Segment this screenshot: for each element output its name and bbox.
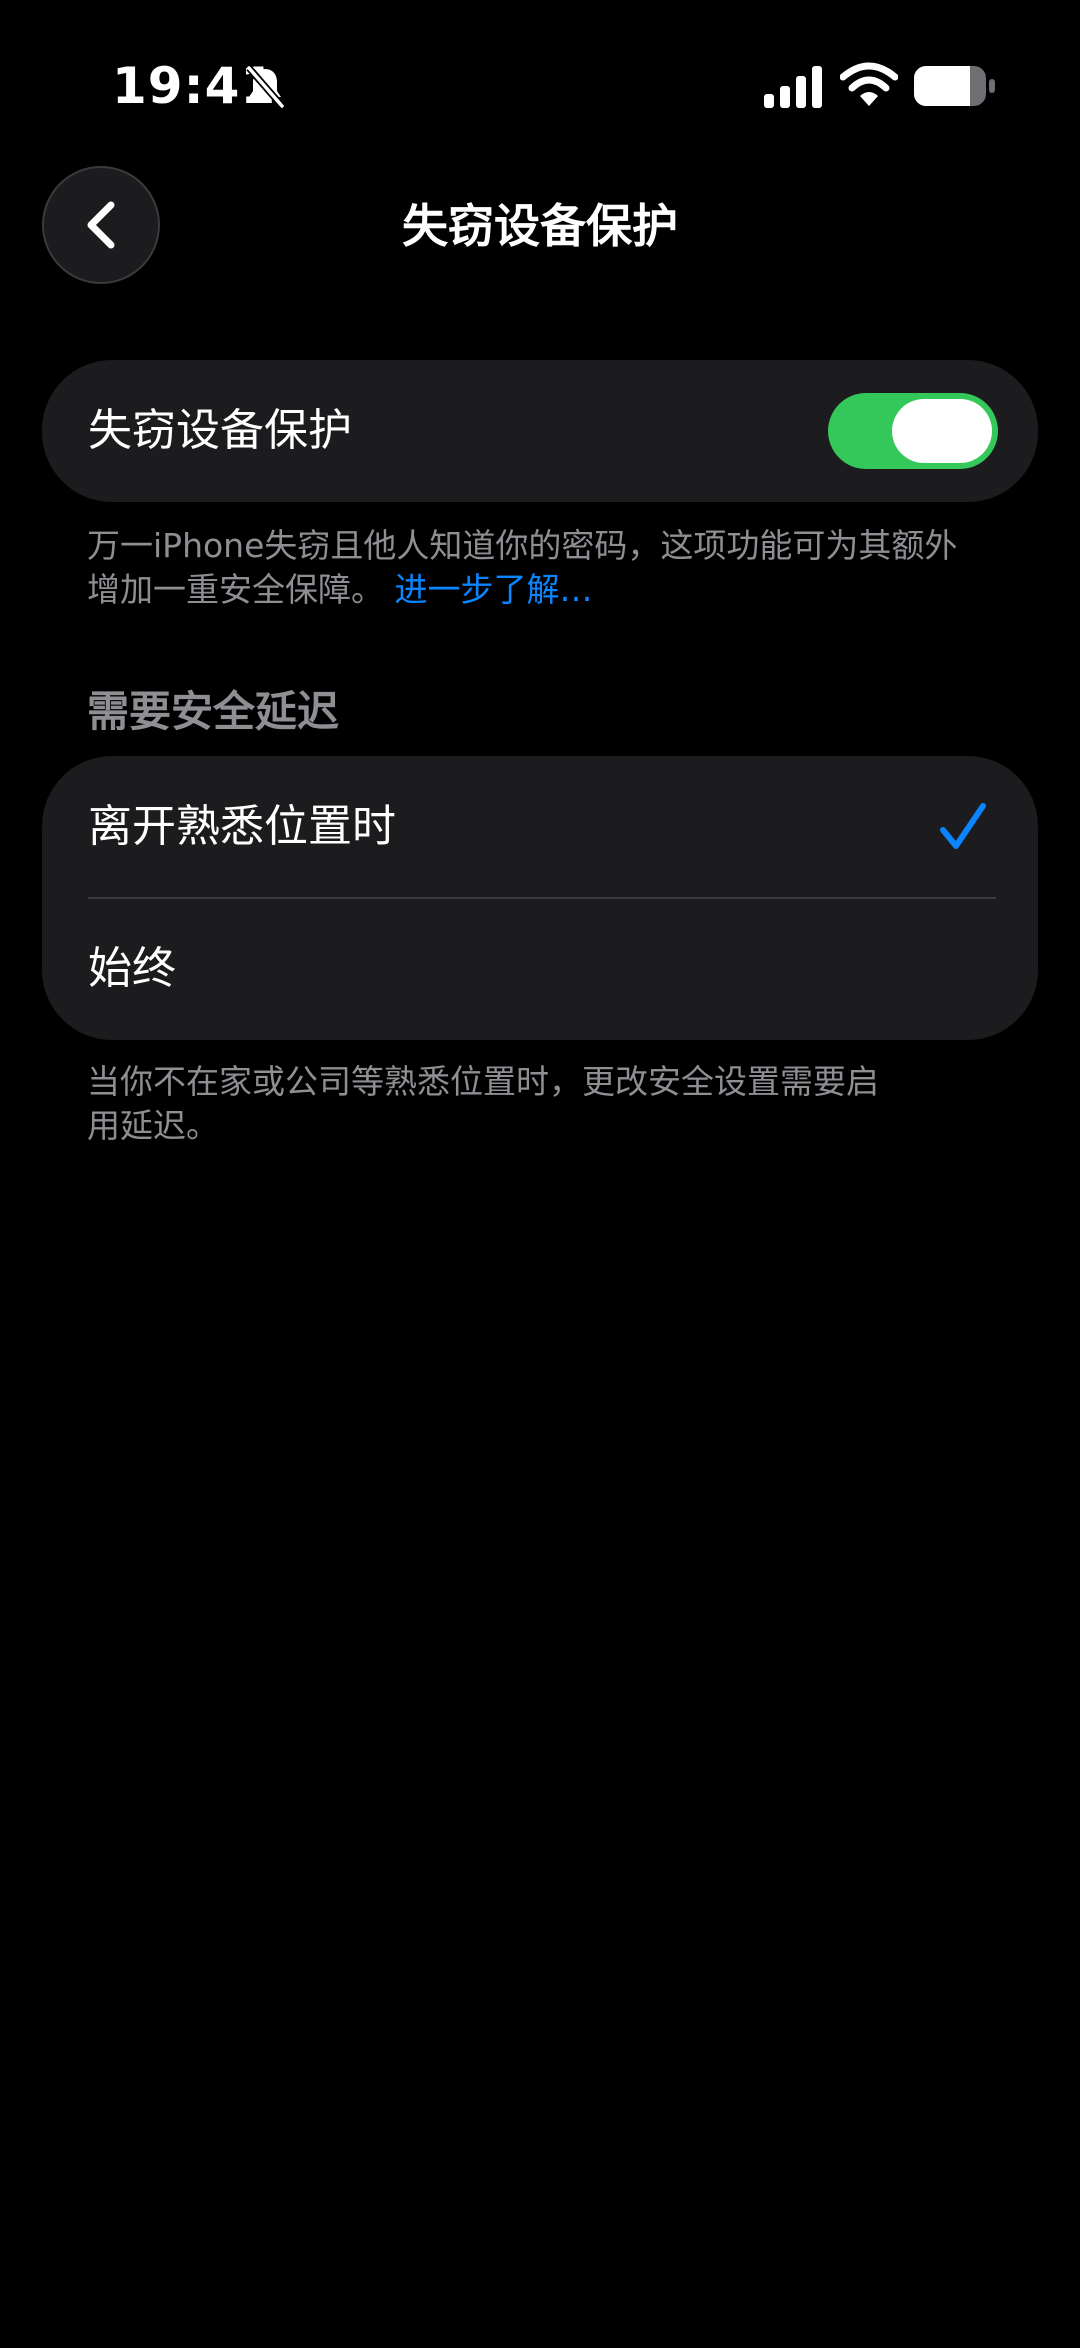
security-delay-footnote: 当你不在家或公司等熟悉位置时，更改安全设置需要启用延迟。 xyxy=(87,1062,879,1145)
bell-slash-icon xyxy=(246,65,285,109)
cellular-signal-icon xyxy=(764,66,822,108)
option-label: 始终 xyxy=(88,943,176,994)
protection-toggle[interactable] xyxy=(828,393,998,469)
battery-icon xyxy=(914,66,995,106)
checkmark-icon xyxy=(940,803,986,849)
status-bar: 19:41 xyxy=(0,0,1080,170)
wifi-icon xyxy=(840,62,898,106)
option-always[interactable]: 始终 xyxy=(42,898,1038,1040)
protection-footnote: 万一iPhone失窃且他人知道你的密码，这项功能可为其额外增加一重安全保障。 进… xyxy=(87,524,987,612)
page-title: 失窃设备保护 xyxy=(402,199,678,253)
protection-toggle-group: 失窃设备保护 xyxy=(42,360,1038,502)
toggle-knob xyxy=(892,399,992,463)
security-delay-group: 离开熟悉位置时 始终 xyxy=(42,756,1038,1040)
option-away-from-familiar[interactable]: 离开熟悉位置时 xyxy=(42,756,1038,899)
option-label: 离开熟悉位置时 xyxy=(88,801,396,852)
protection-label: 失窃设备保护 xyxy=(88,405,352,456)
learn-more-link[interactable]: 进一步了解… xyxy=(395,570,593,609)
security-delay-header: 需要安全延迟 xyxy=(87,687,340,736)
